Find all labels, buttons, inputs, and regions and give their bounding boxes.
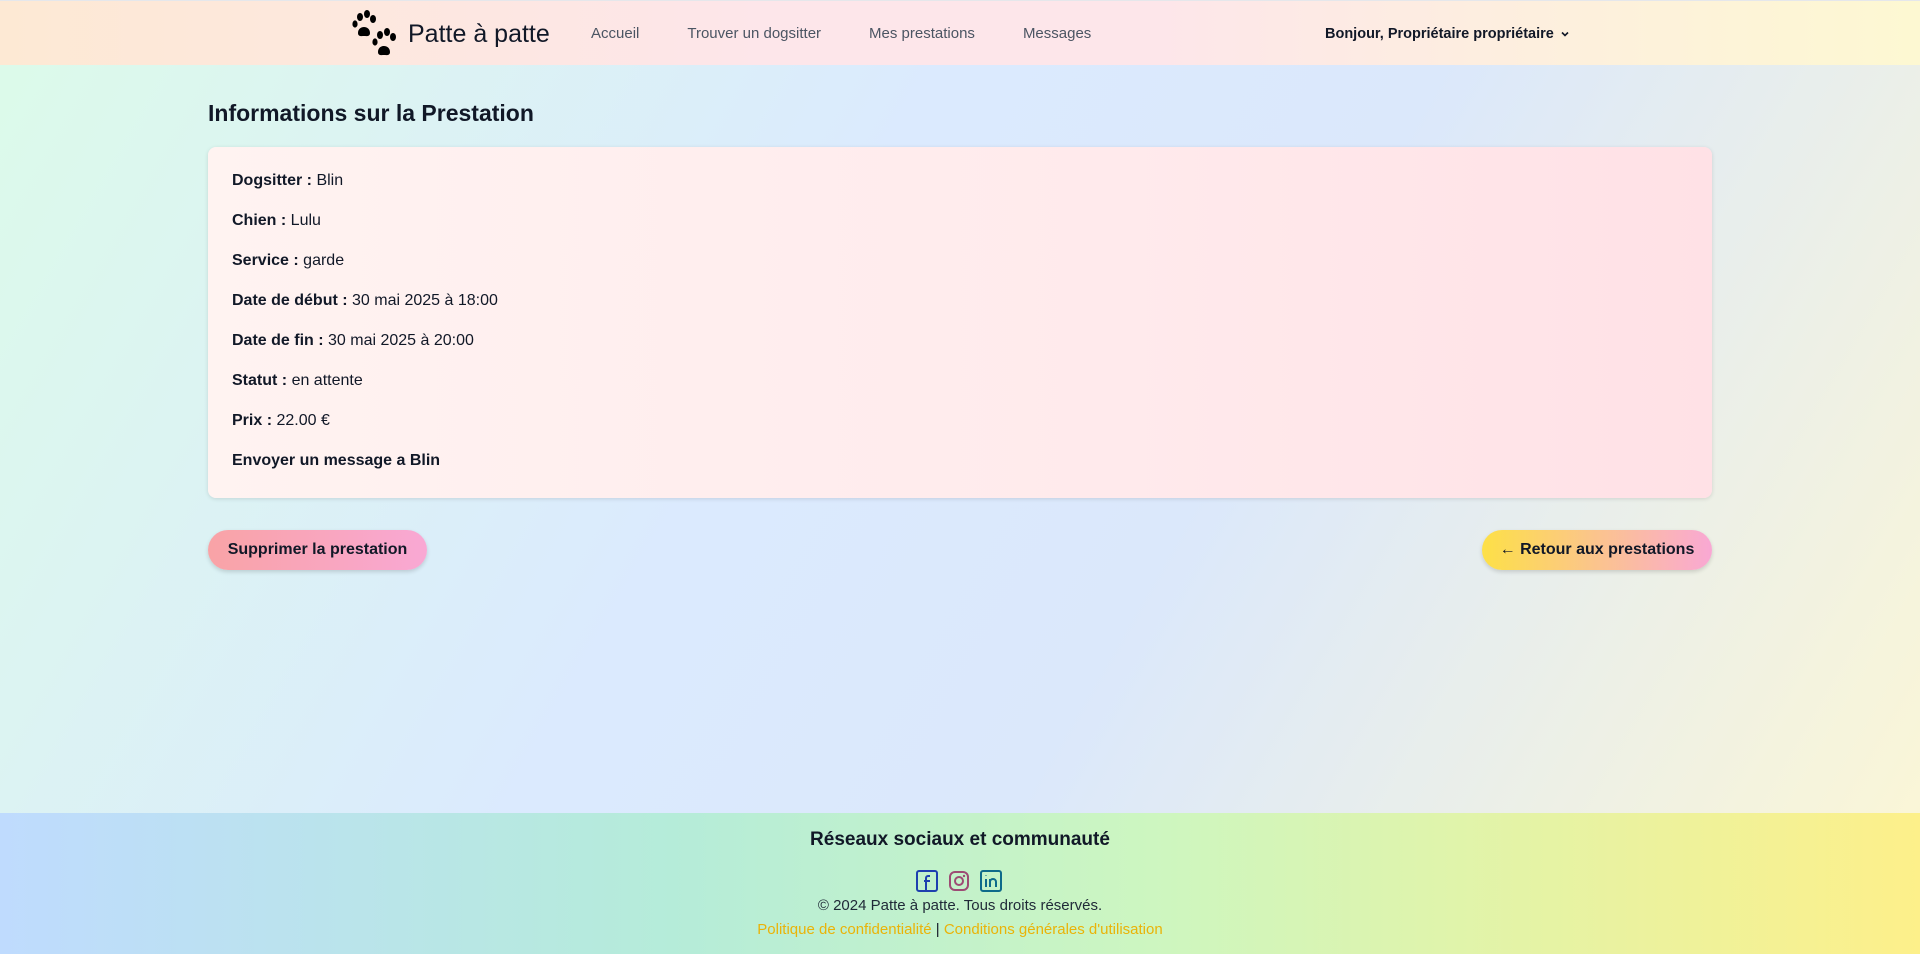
privacy-policy-link[interactable]: Politique de confidentialité: [757, 921, 931, 938]
detail-label: Dogsitter :: [232, 172, 312, 189]
page-title: Informations sur la Prestation: [208, 100, 534, 126]
detail-row-date-debut: Date de début : 30 mai 2025 à 18:00: [232, 292, 498, 310]
nav-item-mes-prestations[interactable]: Mes prestations: [869, 25, 975, 42]
legal-links: Politique de confidentialité | Condition…: [0, 921, 1920, 938]
detail-row-dogsitter: Dogsitter : Blin: [232, 172, 343, 190]
back-to-prestations-button[interactable]: ← Retour aux prestations: [1482, 530, 1712, 570]
chevron-down-icon: [1561, 31, 1569, 37]
detail-value: garde: [303, 252, 345, 269]
delete-prestation-button[interactable]: Supprimer la prestation: [208, 530, 427, 570]
footer-title: Réseaux sociaux et communauté: [810, 829, 1110, 850]
detail-label: Date de fin :: [232, 332, 324, 349]
user-menu-dropdown[interactable]: Bonjour, Propriétaire propriétaire: [1325, 1, 1570, 66]
legal-separator: |: [935, 921, 940, 938]
main-nav: Accueil Trouver un dogsitter Mes prestat…: [591, 1, 1139, 66]
social-links: [915, 869, 1003, 893]
user-greeting: Bonjour, Propriétaire propriétaire: [1325, 25, 1554, 42]
footer: Réseaux sociaux et communauté © 2024 Pat…: [0, 813, 1920, 954]
detail-label: Date de début :: [232, 292, 348, 309]
detail-row-prix: Prix : 22.00 €: [232, 412, 330, 430]
nav-item-accueil[interactable]: Accueil: [591, 25, 639, 42]
paw-icon: [352, 10, 396, 56]
prestation-details-card: Dogsitter : Blin Chien : Lulu Service : …: [208, 147, 1712, 498]
copyright-text: © 2024 Patte à patte. Tous droits réserv…: [817, 897, 1103, 914]
nav-item-trouver-dogsitter[interactable]: Trouver un dogsitter: [687, 25, 821, 42]
brand-name: Patte à patte: [408, 19, 550, 48]
detail-label: Chien :: [232, 212, 287, 229]
detail-value: Blin: [316, 172, 344, 189]
brand-logo-link[interactable]: Patte à patte: [352, 9, 550, 59]
facebook-icon[interactable]: [915, 869, 939, 893]
terms-link[interactable]: Conditions générales d'utilisation: [944, 921, 1163, 938]
detail-row-statut: Statut : en attente: [232, 372, 363, 390]
linkedin-icon[interactable]: [979, 869, 1003, 893]
detail-value: 22.00 €: [276, 412, 330, 429]
nav-item-messages[interactable]: Messages: [1023, 25, 1091, 42]
detail-value: 30 mai 2025 à 18:00: [352, 292, 498, 309]
detail-row-date-fin: Date de fin : 30 mai 2025 à 20:00: [232, 332, 474, 350]
send-message-link[interactable]: Envoyer un message a Blin: [232, 452, 440, 470]
detail-label: Prix :: [232, 412, 273, 429]
detail-value: 30 mai 2025 à 20:00: [328, 332, 474, 349]
detail-label: Statut :: [232, 372, 288, 389]
detail-row-service: Service : garde: [232, 252, 344, 270]
detail-value: Lulu: [290, 212, 321, 229]
detail-row-chien: Chien : Lulu: [232, 212, 321, 230]
top-navbar: Patte à patte Accueil Trouver un dogsitt…: [0, 0, 1920, 65]
detail-value: en attente: [291, 372, 363, 389]
detail-label: Service :: [232, 252, 299, 269]
instagram-icon[interactable]: [947, 869, 971, 893]
